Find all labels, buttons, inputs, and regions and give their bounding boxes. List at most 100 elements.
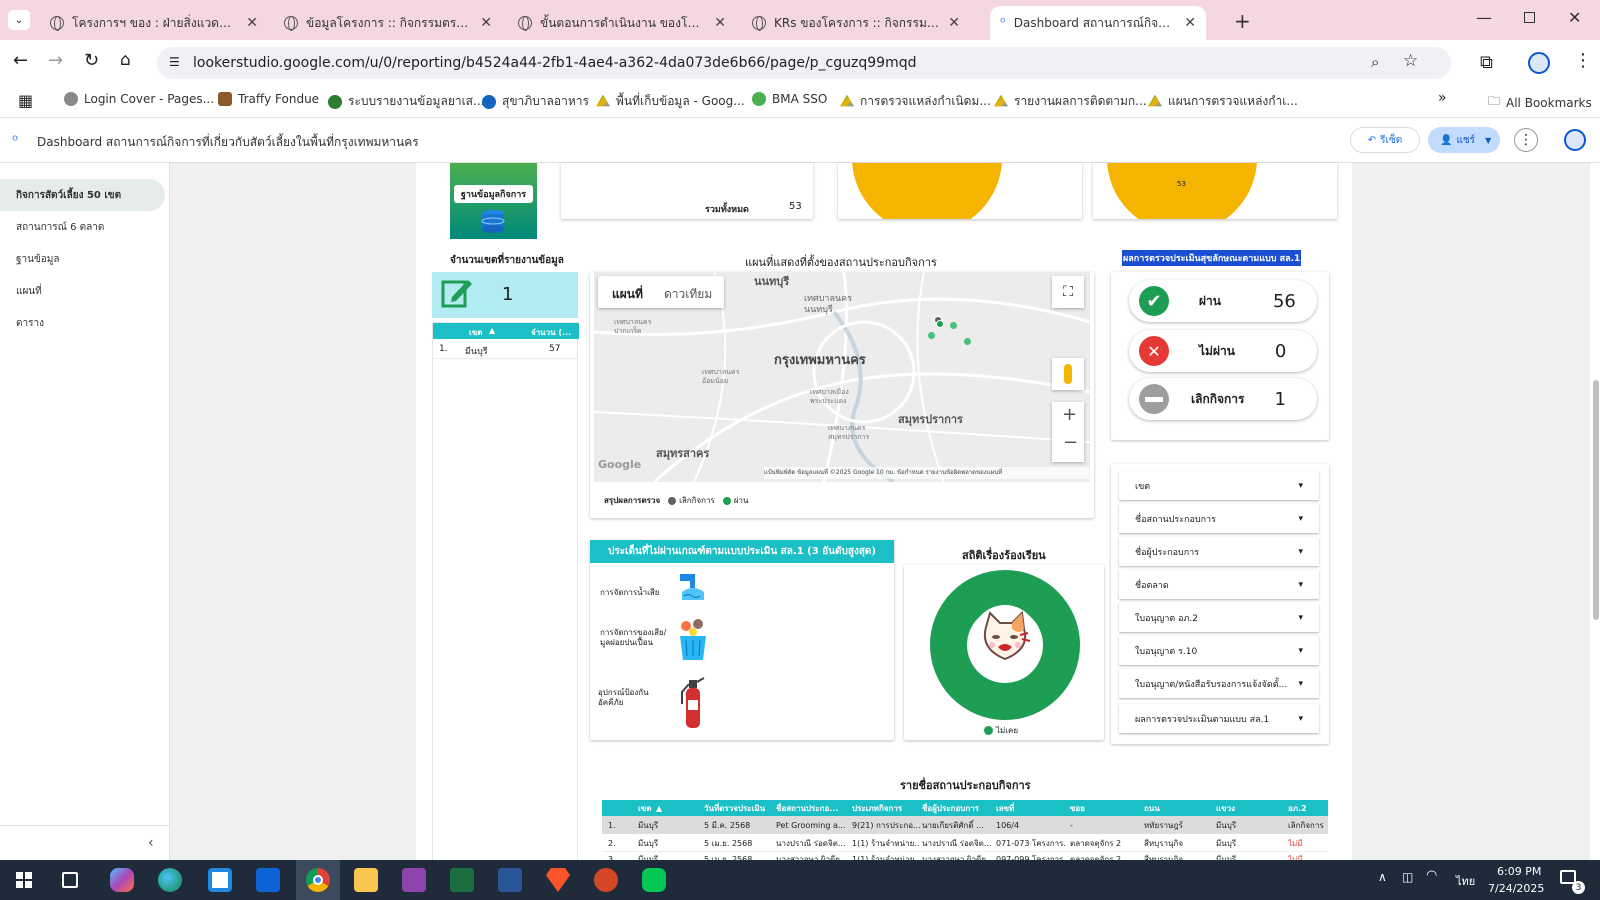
- column-header[interactable]: วันที่ตรวจประเมิน: [704, 800, 765, 816]
- bookmark-item[interactable]: Login Cover - Pages...: [64, 92, 214, 106]
- nav-item-map[interactable]: แผนที่: [0, 275, 165, 307]
- clipchamp-icon[interactable]: [402, 868, 426, 892]
- account-avatar[interactable]: [1564, 129, 1586, 151]
- sort-icon[interactable]: ▲: [489, 326, 495, 335]
- sort-icon[interactable]: ▲: [656, 800, 662, 816]
- bookmark-item[interactable]: แผนการตรวจแหล่งกำเ...: [1148, 92, 1298, 111]
- nav-item-markets[interactable]: สถานการณ์ 6 ตลาด: [0, 211, 165, 243]
- excel-icon[interactable]: [450, 868, 474, 892]
- chrome-menu-icon[interactable]: ⋮: [1574, 50, 1592, 71]
- chevron-down-icon[interactable]: ▼: [1485, 136, 1491, 145]
- street-view-pegman-icon[interactable]: [1052, 358, 1084, 390]
- meet-now-icon[interactable]: ◫: [1402, 870, 1413, 884]
- map-marker-pass[interactable]: [950, 322, 957, 329]
- profile-avatar[interactable]: [1528, 52, 1550, 74]
- share-button[interactable]: 👤 แชร์ ▼: [1428, 127, 1500, 153]
- more-bookmarks-icon[interactable]: »: [1438, 90, 1447, 106]
- apps-grid-icon[interactable]: ▦: [18, 91, 33, 110]
- table-row[interactable]: 3. มีนบุรี 5 เม.ย. 2568 นางสาวอุษา ผิวดี…: [602, 852, 1328, 860]
- task-view-icon[interactable]: [62, 872, 78, 888]
- bookmark-item[interactable]: Traffy Fondue: [218, 92, 319, 106]
- copilot-icon[interactable]: [110, 868, 134, 892]
- file-explorer-icon[interactable]: [354, 868, 378, 892]
- wifi-icon[interactable]: ◠: [1426, 868, 1437, 883]
- database-button[interactable]: ฐานข้อมูลกิจการ: [450, 163, 537, 239]
- more-options-button[interactable]: ⋮: [1514, 128, 1538, 152]
- close-icon[interactable]: ✕: [480, 15, 492, 31]
- browser-tab[interactable]: โครงการฯ ของ : ฝ่ายสิ่งแวดล้อมและสุ ✕: [40, 6, 268, 40]
- powerpoint-icon[interactable]: [594, 868, 618, 892]
- column-header[interactable]: ซอย: [1070, 800, 1085, 816]
- word-icon[interactable]: [498, 868, 522, 892]
- browser-tab[interactable]: ขั้นตอนการดำเนินงาน ของโครงการ:: ✕: [508, 6, 736, 40]
- filter-operator-name[interactable]: ชื่อผู้ประกอบการ ▾: [1119, 537, 1319, 566]
- column-header[interactable]: เลขที่: [996, 800, 1014, 816]
- map-type-map-button[interactable]: แผนที่: [612, 285, 643, 304]
- bookmark-item[interactable]: การตรวจแหล่งกำเนิดม...: [840, 92, 991, 111]
- bookmark-item[interactable]: พื้นที่เก็บข้อมูล - Goog...: [596, 92, 745, 111]
- filter-assessment-result[interactable]: ผลการตรวจประเมินตามแบบ สล.1 ▾: [1119, 704, 1319, 733]
- bookmark-item[interactable]: BMA SSO: [752, 92, 827, 106]
- map-type-satellite-button[interactable]: ดาวเทียม: [664, 285, 712, 304]
- restore-button[interactable]: [1524, 12, 1535, 23]
- column-header[interactable]: แขวง: [1216, 800, 1235, 816]
- map-marker-pass[interactable]: [928, 332, 935, 339]
- nav-item-pet-business[interactable]: กิจการสัตว์เลี้ยง 50 เขต: [0, 179, 165, 211]
- close-icon[interactable]: ✕: [714, 15, 726, 31]
- new-tab-button[interactable]: +: [1234, 9, 1251, 33]
- clock-date[interactable]: 7/24/2025: [1488, 882, 1544, 895]
- filter-district[interactable]: เขต ▾: [1119, 471, 1319, 500]
- nav-item-database[interactable]: ฐานข้อมูล: [0, 243, 165, 275]
- tray-chevron-icon[interactable]: ∧: [1378, 870, 1387, 884]
- canvas-scrollbar[interactable]: [1593, 380, 1599, 620]
- filter-license-ap2[interactable]: ใบอนุญาต อภ.2 ▾: [1119, 603, 1319, 632]
- bookmark-item[interactable]: ระบบรายงานข้อมูลยาเส...: [328, 92, 484, 111]
- windows-start-icon[interactable]: [16, 872, 32, 888]
- fullscreen-button[interactable]: ⛶: [1052, 276, 1084, 308]
- column-header[interactable]: เขต: [469, 326, 482, 339]
- map-marker-pass[interactable]: [936, 320, 944, 328]
- google-map[interactable]: นนทบุรี เทศบาลนคร นนทบุรี กรุงเทพมหานคร …: [594, 272, 1090, 482]
- extensions-icon[interactable]: ⧉: [1480, 52, 1493, 73]
- tab-search-button[interactable]: ⌄: [8, 10, 30, 30]
- browser-tab[interactable]: ข้อมูลโครงการ :: กิจกรรมตรวจประเมิน ✕: [274, 6, 502, 40]
- reload-button[interactable]: ↻: [84, 50, 99, 71]
- filter-market-name[interactable]: ชื่อตลาด ▾: [1119, 570, 1319, 599]
- browser-tab-active[interactable]: ᵒ Dashboard สถานการณ์กิจการที่เกี่ ✕: [990, 6, 1206, 40]
- forward-button[interactable]: →: [48, 50, 63, 71]
- close-icon[interactable]: ✕: [948, 15, 960, 31]
- address-bar[interactable]: ☰ lookerstudio.google.com/u/0/reporting/…: [157, 47, 1451, 79]
- column-header[interactable]: จำนวน (...: [531, 326, 571, 339]
- map-marker-pass[interactable]: [964, 338, 971, 345]
- back-button[interactable]: ←: [13, 50, 28, 71]
- filter-business-name[interactable]: ชื่อสถานประกอบการ ▾: [1119, 504, 1319, 533]
- column-header[interactable]: เขต: [638, 800, 651, 816]
- zoom-in-button[interactable]: +: [1062, 404, 1077, 425]
- column-header[interactable]: ประเภทกิจการ: [852, 800, 902, 816]
- filter-license-certificate[interactable]: ใบอนุญาต/หนังสือรับรองการแจ้งจัดตั้... ▾: [1119, 669, 1319, 698]
- bookmark-star-icon[interactable]: ☆: [1403, 51, 1418, 71]
- close-icon[interactable]: ✕: [1184, 15, 1196, 31]
- zoom-icon[interactable]: ⌕: [1371, 53, 1379, 71]
- store-icon[interactable]: [208, 868, 232, 892]
- table-row[interactable]: 1. มีนบุรี 57: [433, 339, 579, 359]
- column-header[interactable]: ชื่อผู้ประกอบการ: [922, 800, 979, 816]
- minimize-button[interactable]: —: [1476, 8, 1492, 27]
- close-window-button[interactable]: ✕: [1568, 8, 1581, 27]
- line-icon[interactable]: [642, 868, 666, 892]
- bookmark-item[interactable]: สุขาภิบาลอาหาร: [482, 92, 589, 111]
- clock-time[interactable]: 6:09 PM: [1497, 865, 1541, 878]
- zoom-out-button[interactable]: −: [1063, 432, 1078, 453]
- all-bookmarks-button[interactable]: 🗀 All Bookmarks: [1488, 92, 1592, 113]
- close-icon[interactable]: ✕: [246, 15, 258, 31]
- browser-tab[interactable]: KRs ของโครงการ :: กิจกรรมตรวจประเ ✕: [742, 6, 970, 40]
- column-header[interactable]: ชื่อสถานประกอ...: [776, 800, 838, 816]
- column-header[interactable]: อภ.2: [1288, 800, 1307, 816]
- input-language[interactable]: ไทย: [1456, 872, 1475, 890]
- home-button[interactable]: ⌂: [120, 50, 131, 70]
- filter-license-r10[interactable]: ใบอนุญาต ร.10 ▾: [1119, 636, 1319, 665]
- collapse-nav-icon[interactable]: ‹: [148, 835, 154, 851]
- reset-button[interactable]: ↶ รีเซ็ต: [1350, 127, 1420, 153]
- nav-item-table[interactable]: ตาราง: [0, 307, 165, 339]
- site-info-icon[interactable]: ☰: [169, 55, 180, 69]
